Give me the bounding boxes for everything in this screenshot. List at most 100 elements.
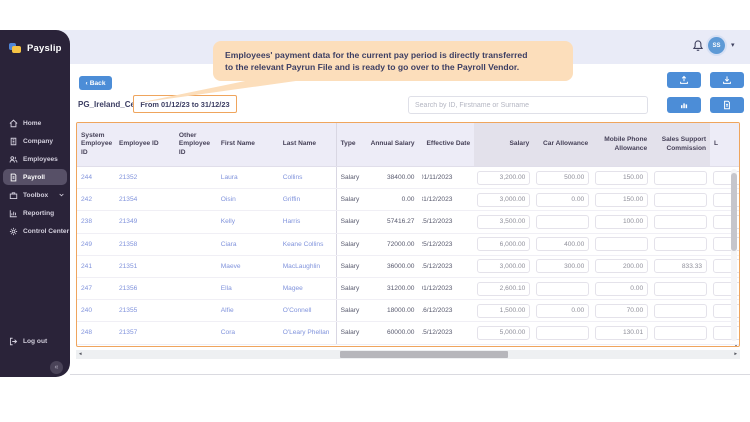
cell-first-name[interactable]: Kelly xyxy=(217,211,279,232)
salary-input[interactable]: 3,000.00 xyxy=(477,192,531,207)
sales-support-commission-input[interactable] xyxy=(654,170,708,185)
chevron-down-icon[interactable]: ▾ xyxy=(731,41,735,49)
vertical-scrollbar-thumb[interactable] xyxy=(731,173,737,251)
sidebar-item-company[interactable]: Company xyxy=(0,132,70,150)
logout-button[interactable]: Log out xyxy=(0,332,70,350)
mobile-phone-allowance-input[interactable]: 150.00 xyxy=(595,170,649,185)
cell-other-employee-id[interactable] xyxy=(175,189,217,210)
horizontal-scrollbar-thumb[interactable] xyxy=(340,351,508,358)
chevron-down-icon xyxy=(59,193,64,197)
sidebar-item-home[interactable]: Home xyxy=(0,114,70,132)
cell-employee-id[interactable]: 21357 xyxy=(115,322,175,343)
cell-employee-id[interactable]: 21358 xyxy=(115,234,175,255)
cell-other-employee-id[interactable] xyxy=(175,234,217,255)
salary-input[interactable]: 3,200.00 xyxy=(477,170,531,185)
cell-last-name[interactable]: Griffin xyxy=(279,189,337,211)
car-allowance-input[interactable] xyxy=(536,281,590,296)
cell-employee-id[interactable]: 21349 xyxy=(115,211,175,232)
cell-other-employee-id[interactable] xyxy=(175,300,217,321)
download-button[interactable] xyxy=(710,72,744,88)
notification-bell-icon[interactable] xyxy=(692,39,704,53)
mobile-phone-allowance-input[interactable]: 150.00 xyxy=(595,192,649,207)
pay-period-date-range[interactable]: From 01/12/23 to 31/12/23 xyxy=(133,95,237,113)
car-allowance-input[interactable]: 300.00 xyxy=(536,259,590,274)
cell-employee-id[interactable]: 21355 xyxy=(115,300,175,321)
sidebar-item-reporting[interactable]: Reporting xyxy=(0,204,70,222)
salary-input[interactable]: 3,500.00 xyxy=(477,214,531,229)
sidebar-item-employees[interactable]: Employees xyxy=(0,150,70,168)
salary-input[interactable]: 2,600.10 xyxy=(477,281,531,296)
cell-last-name[interactable]: MacLaughlin xyxy=(279,255,337,277)
cell-other-employee-id[interactable] xyxy=(175,322,217,343)
cell-system-employee-id[interactable]: 247 xyxy=(77,278,115,299)
cell-first-name[interactable]: Laura xyxy=(217,167,279,188)
file-button[interactable] xyxy=(710,97,744,113)
cell-other-employee-id[interactable] xyxy=(175,211,217,232)
salary-input[interactable]: 6,000.00 xyxy=(477,237,531,252)
cell-first-name[interactable]: Ciara xyxy=(217,234,279,255)
sales-support-commission-input[interactable] xyxy=(654,325,708,340)
mobile-phone-allowance-input[interactable]: 70.00 xyxy=(595,303,649,318)
sidebar-item-payroll[interactable]: Payroll xyxy=(0,168,70,186)
cell-system-employee-id[interactable]: 244 xyxy=(77,167,115,188)
mobile-phone-allowance-input[interactable]: 100.00 xyxy=(595,214,649,229)
salary-input[interactable]: 1,500.00 xyxy=(477,303,531,318)
cell-last-name[interactable]: Collins xyxy=(279,167,337,189)
cell-system-employee-id[interactable]: 240 xyxy=(77,300,115,321)
back-button[interactable]: ‹ Back xyxy=(79,76,112,90)
mobile-phone-allowance-input-cell: 100.00 xyxy=(592,211,651,232)
cell-other-employee-id[interactable] xyxy=(175,256,217,277)
mobile-phone-allowance-input[interactable]: 0.00 xyxy=(595,281,649,296)
sales-support-commission-input[interactable] xyxy=(654,192,708,207)
user-avatar[interactable]: SS xyxy=(708,37,725,54)
sales-support-commission-input[interactable] xyxy=(654,214,708,229)
cell-system-employee-id[interactable]: 242 xyxy=(77,189,115,210)
cell-system-employee-id[interactable]: 241 xyxy=(77,256,115,277)
chart-button[interactable] xyxy=(667,97,701,113)
cell-employee-id[interactable]: 21351 xyxy=(115,256,175,277)
car-allowance-input[interactable] xyxy=(536,325,590,340)
car-allowance-input[interactable] xyxy=(536,214,590,229)
cell-system-employee-id[interactable]: 248 xyxy=(77,322,115,343)
car-allowance-input[interactable]: 0.00 xyxy=(536,303,590,318)
cell-system-employee-id[interactable]: 249 xyxy=(77,234,115,255)
cell-last-name[interactable]: O'Leary Phellan xyxy=(279,322,337,344)
vertical-scrollbar[interactable] xyxy=(731,169,737,341)
cell-employee-id[interactable]: 21352 xyxy=(115,167,175,188)
upload-button[interactable] xyxy=(667,72,701,88)
cell-other-employee-id[interactable] xyxy=(175,278,217,299)
car-allowance-input[interactable]: 0.00 xyxy=(536,192,590,207)
cell-first-name[interactable]: Cora xyxy=(217,322,279,343)
car-allowance-input[interactable]: 500.00 xyxy=(536,170,590,185)
scroll-left-arrow-icon[interactable]: ◄ xyxy=(78,351,82,357)
sales-support-commission-input[interactable] xyxy=(654,303,708,318)
mobile-phone-allowance-input[interactable] xyxy=(595,237,649,252)
collapse-sidebar-button[interactable]: « xyxy=(50,361,63,374)
cell-employee-id[interactable]: 21356 xyxy=(115,278,175,299)
cell-last-name[interactable]: Harris xyxy=(279,211,337,233)
cell-other-employee-id[interactable] xyxy=(175,167,217,188)
cell-system-employee-id[interactable]: 238 xyxy=(77,211,115,232)
sidebar-item-control-center[interactable]: Control Center xyxy=(0,222,70,240)
sidebar-item-toolbox[interactable]: Toolbox xyxy=(0,186,70,204)
cell-first-name[interactable]: Oisin xyxy=(217,189,279,210)
mobile-phone-allowance-input[interactable]: 200.00 xyxy=(595,259,649,274)
cell-last-name[interactable]: Keane Collins xyxy=(279,233,337,255)
cell-last-name[interactable]: Magee xyxy=(279,277,337,300)
sales-support-commission-input[interactable] xyxy=(654,281,708,296)
horizontal-scrollbar[interactable]: ◄ ► xyxy=(76,350,740,359)
cell-employee-id[interactable]: 21354 xyxy=(115,189,175,210)
sales-support-commission-input[interactable] xyxy=(654,237,708,252)
salary-input[interactable]: 3,000.00 xyxy=(477,259,531,274)
scroll-right-arrow-icon[interactable]: ► xyxy=(734,351,738,357)
mobile-phone-allowance-input[interactable]: 130.01 xyxy=(595,325,649,340)
car-allowance-input[interactable]: 400.00 xyxy=(536,237,590,252)
salary-input[interactable]: 5,000.00 xyxy=(477,325,531,340)
sales-support-commission-input[interactable]: 833.33 xyxy=(654,259,708,274)
cell-first-name[interactable]: Ella xyxy=(217,278,279,299)
search-input[interactable] xyxy=(408,96,648,114)
cell-first-name[interactable]: Alfie xyxy=(217,300,279,321)
cell-first-name[interactable]: Maeve xyxy=(217,256,279,277)
scroll-down-arrow-icon[interactable]: ▾ xyxy=(735,343,737,346)
cell-last-name[interactable]: O'Connell xyxy=(279,300,337,322)
